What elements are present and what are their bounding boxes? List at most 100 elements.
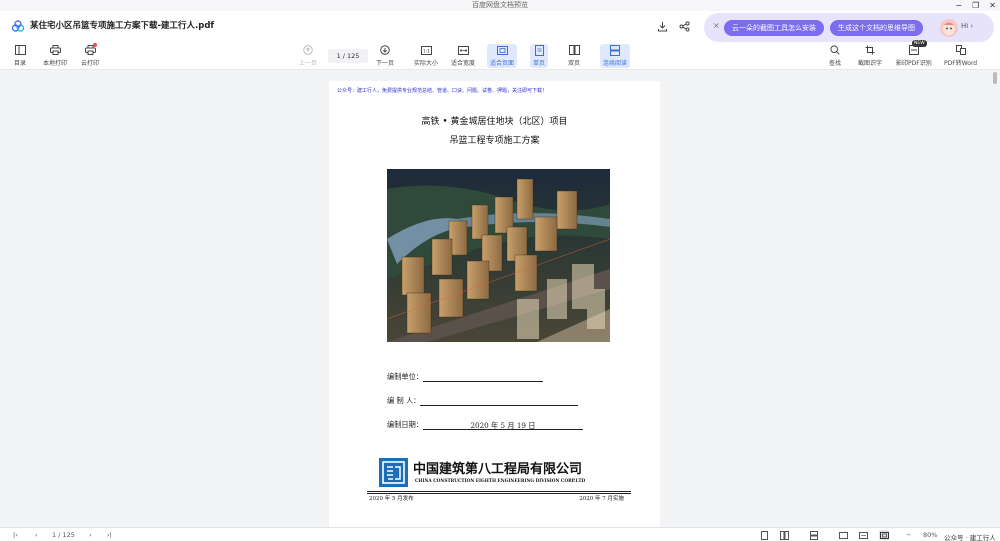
page-number-input[interactable]: 1 / 125 bbox=[328, 49, 368, 63]
double-page-button[interactable]: 双页 bbox=[568, 44, 580, 68]
scan-pdf-ocr-label: 影印PDF识别 bbox=[896, 60, 932, 67]
compiler-field: 编 制 人： bbox=[387, 396, 579, 406]
notification-dot bbox=[93, 43, 97, 47]
assistant-avatar[interactable] bbox=[940, 19, 958, 37]
scan-pdf-ocr-button[interactable]: 影印PDF识别 bbox=[896, 44, 932, 68]
document-header: 某住宅小区吊篮专项施工方案下载-建工行人.pdf × 云一朵的截图工具怎么安装 … bbox=[0, 11, 1000, 42]
fit-width-label: 适合宽度 bbox=[451, 60, 476, 67]
crop-icon bbox=[864, 44, 876, 56]
compiler-line bbox=[420, 397, 579, 406]
pdf-to-word-button[interactable]: PDF转Word bbox=[944, 44, 977, 68]
fit-width-small-icon[interactable] bbox=[858, 530, 868, 540]
company-logo-icon bbox=[379, 458, 408, 487]
double-page-label: 双页 bbox=[568, 60, 581, 67]
download-icon[interactable] bbox=[656, 20, 668, 32]
share-icon[interactable] bbox=[678, 20, 690, 32]
assistant-greeting[interactable]: Hi › bbox=[961, 22, 973, 30]
pdf-to-word-icon bbox=[955, 44, 967, 56]
viewer-toolbar: 目录 本地打印 云打印 上一页 1 / 125 下一页 1:1 实际大小 适合宽… bbox=[0, 40, 1000, 70]
printer-icon bbox=[49, 44, 61, 56]
window-title: 百度网盘文档预览 bbox=[472, 1, 528, 9]
actual-size-label: 实际大小 bbox=[414, 60, 439, 67]
scan-icon bbox=[908, 44, 920, 56]
implement-date: 2020 年 7 月实施 bbox=[579, 496, 624, 502]
local-print-label: 本地打印 bbox=[43, 60, 68, 67]
double-page-icon bbox=[568, 44, 580, 56]
minimize-icon[interactable]: − bbox=[955, 0, 962, 11]
promo-suggestion-2[interactable]: 生成这个文档的思维导图 bbox=[830, 20, 923, 36]
publish-date: 2020 年 5 月发布 bbox=[369, 496, 414, 502]
local-print-button[interactable]: 本地打印 bbox=[43, 44, 67, 68]
single-page-icon bbox=[533, 44, 545, 56]
next-page-button[interactable]: 下一页 bbox=[376, 44, 394, 68]
plan-title: 吊篮工程专项施工方案 bbox=[449, 136, 540, 146]
cloud-print-button[interactable]: 云打印 bbox=[81, 43, 100, 68]
window-controls: − ❐ ✕ bbox=[955, 0, 996, 11]
continuous-reading-button[interactable]: 连续阅读 bbox=[600, 44, 631, 68]
fit-page-icon bbox=[496, 44, 508, 56]
double-view-icon[interactable] bbox=[779, 530, 789, 540]
aerial-render-image bbox=[387, 169, 610, 342]
ai-promo-bar: × 云一朵的截图工具怎么安装 生成这个文档的思维导图 Hi › bbox=[704, 13, 994, 42]
zoom-level[interactable]: 80% bbox=[923, 530, 937, 540]
continuous-reading-label: 连续阅读 bbox=[603, 60, 628, 67]
close-icon[interactable]: ✕ bbox=[989, 0, 996, 11]
first-page-icon[interactable]: |‹ bbox=[13, 530, 18, 540]
window-titlebar: 百度网盘文档预览 − ❐ ✕ bbox=[0, 0, 1000, 11]
continuous-reading-icon bbox=[609, 44, 621, 56]
restore-icon[interactable]: ❐ bbox=[972, 0, 979, 11]
prev-page-arrow-icon[interactable]: ‹ bbox=[35, 530, 38, 540]
compiling-unit-label: 编制单位： bbox=[387, 372, 423, 381]
fit-page-small-icon[interactable] bbox=[879, 530, 889, 540]
toc-label: 目录 bbox=[14, 60, 27, 67]
document-actions bbox=[656, 20, 690, 32]
actual-size-button[interactable]: 1:1 实际大小 bbox=[414, 44, 438, 68]
screenshot-ocr-label: 截图识字 bbox=[858, 60, 883, 67]
company-name-en: CHINA CONSTRUCTION EIGHTH ENGINEERING DI… bbox=[415, 479, 586, 484]
company-name-cn: 中国建筑第八工程局有限公司 bbox=[413, 462, 583, 477]
toc-icon bbox=[14, 44, 26, 56]
single-page-button[interactable]: 单页 bbox=[530, 44, 549, 68]
promo-notice: 公众号：建工行人，免费提供专业规范总结、管道、口诀、问题、试卷、押题，关注即可下… bbox=[337, 88, 548, 94]
document-viewer[interactable]: 公众号：建工行人，免费提供专业规范总结、管道、口诀、问题、试卷、押题，关注即可下… bbox=[0, 71, 1000, 527]
pdf-page: 公众号：建工行人，免费提供专业规范总结、管道、口诀、问题、试卷、押题，关注即可下… bbox=[329, 81, 660, 527]
cloud-printer-icon bbox=[84, 43, 97, 56]
cloud-drive-logo-icon bbox=[11, 20, 25, 32]
status-page-indicator[interactable]: 1 / 125 bbox=[52, 530, 75, 540]
actual-size-small-icon[interactable] bbox=[838, 530, 848, 540]
cloud-print-label: 云打印 bbox=[81, 60, 100, 67]
project-title: 高铁 • 黄金城居住地块（北区）项目 bbox=[421, 117, 568, 127]
last-page-icon[interactable]: ›| bbox=[107, 530, 112, 540]
prev-page-button[interactable]: 上一页 bbox=[299, 44, 317, 68]
vertical-scrollbar[interactable] bbox=[990, 71, 1000, 527]
fit-page-button[interactable]: 适合页面 bbox=[487, 44, 518, 68]
prev-page-label: 上一页 bbox=[299, 60, 318, 67]
promo-close-icon[interactable]: × bbox=[713, 21, 720, 30]
continuous-view-icon[interactable] bbox=[809, 530, 819, 540]
compile-date-label: 编制日期： bbox=[387, 420, 423, 429]
screenshot-ocr-button[interactable]: 截图识字 bbox=[858, 44, 882, 68]
actual-size-icon: 1:1 bbox=[420, 44, 432, 56]
prev-page-icon bbox=[302, 44, 314, 56]
next-page-label: 下一页 bbox=[376, 60, 395, 67]
promo-suggestion-1[interactable]: 云一朵的截图工具怎么安装 bbox=[724, 20, 824, 36]
scrollbar-thumb[interactable] bbox=[993, 72, 997, 84]
single-page-label: 单页 bbox=[533, 60, 546, 67]
find-button[interactable]: 查找 bbox=[829, 44, 841, 68]
compile-date-field: 编制日期： 2020 年 5 月 19 日 bbox=[387, 420, 583, 430]
zoom-out-icon[interactable]: − bbox=[906, 530, 911, 540]
next-page-icon bbox=[379, 44, 391, 56]
single-view-icon[interactable] bbox=[759, 530, 769, 540]
fit-page-label: 适合页面 bbox=[490, 60, 515, 67]
footer-rule bbox=[367, 491, 631, 493]
compiling-unit-field: 编制单位： bbox=[387, 372, 543, 382]
toc-button[interactable]: 目录 bbox=[14, 44, 26, 68]
fit-width-button[interactable]: 适合宽度 bbox=[451, 44, 475, 68]
compiling-unit-line bbox=[422, 373, 543, 382]
next-page-arrow-icon[interactable]: › bbox=[89, 530, 92, 540]
compiler-label: 编 制 人： bbox=[387, 396, 421, 405]
pdf-to-word-label: PDF转Word bbox=[944, 60, 978, 67]
fit-width-icon bbox=[457, 44, 469, 56]
compile-date-value: 2020 年 5 月 19 日 bbox=[422, 421, 583, 430]
svg-text:1:1: 1:1 bbox=[422, 48, 429, 54]
